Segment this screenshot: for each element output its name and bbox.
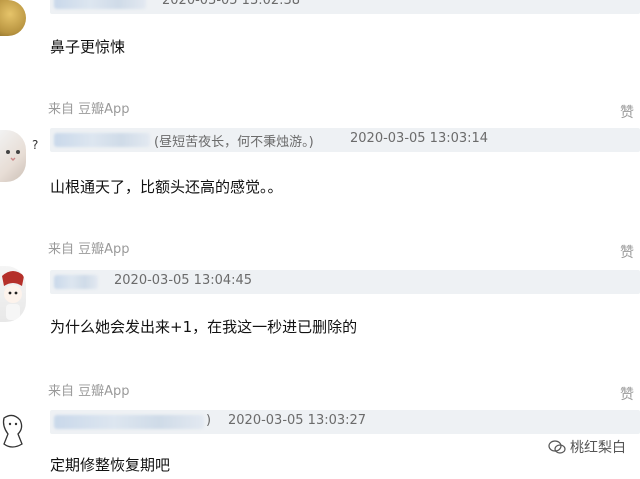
avatar[interactable] <box>0 130 26 182</box>
wechat-icon <box>548 440 566 454</box>
username-blurred[interactable] <box>54 415 204 429</box>
watermark: 桃红梨白 <box>548 437 626 457</box>
comment-meta-bar: ) 2020-03-05 13:03:27 <box>50 410 640 434</box>
avatar[interactable] <box>0 266 26 322</box>
comment-timestamp: 2020-03-05 13:02:38 <box>162 0 301 8</box>
comment-meta-bar: 2020-03-05 13:02:38 <box>50 0 640 14</box>
comment-source: 来自 豆瓣App <box>48 102 130 117</box>
avatar[interactable] <box>0 410 26 454</box>
username-blurred[interactable] <box>54 0 146 9</box>
question-mark-icon: ? <box>32 138 39 152</box>
like-button[interactable]: 赞 <box>620 242 634 262</box>
username-blurred[interactable] <box>54 133 150 147</box>
avatar[interactable] <box>0 0 26 36</box>
sketch-avatar-icon <box>2 414 23 448</box>
comment-source: 来自 豆瓣App <box>48 384 130 399</box>
username-suffix: (昼短苦夜长，何不秉烛游。) <box>154 135 314 150</box>
comment-timestamp: 2020-03-05 13:03:27 <box>228 413 367 428</box>
comment-source: 来自 豆瓣App <box>48 242 130 257</box>
comment-meta-bar: 2020-03-05 13:04:45 <box>50 270 640 294</box>
comment-text: 定期修整恢复期吧 <box>50 456 171 474</box>
comment-timestamp: 2020-03-05 13:04:45 <box>114 273 253 288</box>
username-blurred[interactable] <box>54 275 98 289</box>
cat-avatar-icon <box>6 150 20 161</box>
comment-text: 山根通天了，比额头还高的感觉。。 <box>50 178 283 196</box>
comment-timestamp: 2020-03-05 13:03:14 <box>350 131 489 146</box>
comment-text: 鼻子更惊悚 <box>50 38 126 56</box>
character-avatar-icon <box>2 271 24 320</box>
comment-text: 为什么她会发出来+1，在我这一秒进已删除的 <box>50 318 358 336</box>
username-suffix: ) <box>206 413 212 428</box>
like-button[interactable]: 赞 <box>620 384 634 404</box>
watermark-text: 桃红梨白 <box>570 440 626 456</box>
comment-meta-bar: (昼短苦夜长，何不秉烛游。) 2020-03-05 13:03:14 <box>50 128 640 152</box>
like-button[interactable]: 赞 <box>620 102 634 122</box>
